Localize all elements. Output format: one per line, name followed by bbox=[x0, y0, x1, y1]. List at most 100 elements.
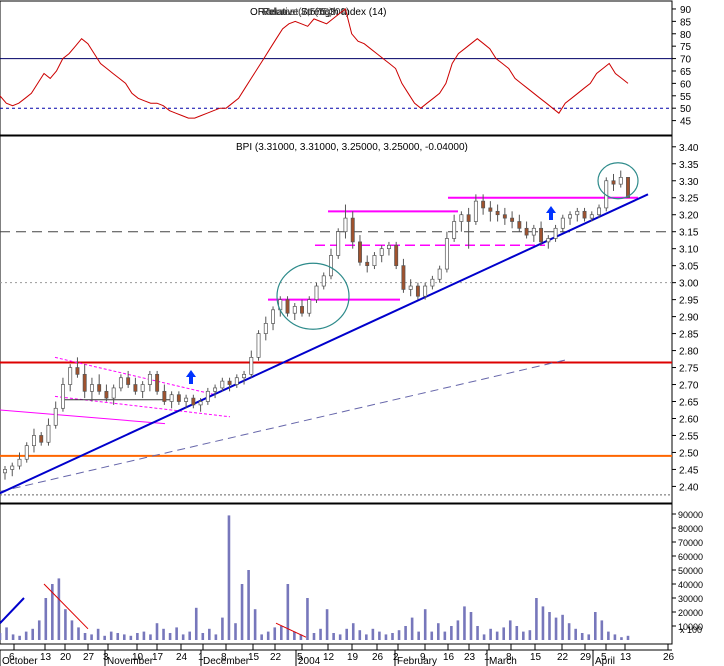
volume-bar bbox=[96, 628, 100, 640]
volume-bar bbox=[208, 628, 211, 640]
volume-bar bbox=[253, 609, 257, 640]
volume-bar bbox=[240, 584, 244, 640]
rsi-ytick-label: 85 bbox=[680, 17, 692, 28]
x-tick-label: 24 bbox=[176, 652, 188, 663]
volume-bar bbox=[325, 609, 329, 640]
volume-ytick-label: 70000 bbox=[678, 538, 703, 548]
month-label: December bbox=[203, 656, 250, 666]
volume-bar bbox=[587, 634, 591, 640]
volume-bar bbox=[266, 631, 270, 640]
volume-bar bbox=[607, 631, 610, 640]
volume-bar bbox=[600, 620, 604, 640]
candle-body bbox=[343, 217, 348, 233]
volume-bar bbox=[351, 623, 355, 640]
price-ytick-label: 3.00 bbox=[679, 279, 699, 290]
candle-body bbox=[473, 200, 478, 222]
volume-bar bbox=[358, 630, 362, 640]
candle-body bbox=[227, 380, 232, 385]
price-ytick-label: 2.50 bbox=[679, 448, 699, 459]
volume-bar bbox=[502, 627, 506, 640]
month-label: November bbox=[107, 656, 154, 666]
x-tick-label: 23 bbox=[464, 652, 476, 663]
volume-bar bbox=[214, 634, 218, 640]
candle-body bbox=[350, 217, 355, 243]
rsi-ytick-label: 65 bbox=[680, 67, 692, 78]
candle-body bbox=[531, 227, 536, 236]
volume-bar bbox=[574, 628, 577, 640]
candle-body bbox=[510, 217, 515, 222]
x-tick-label: 13 bbox=[620, 652, 632, 663]
volume-bar bbox=[567, 623, 571, 640]
candle-body bbox=[17, 458, 22, 467]
rsi-ytick-label: 45 bbox=[680, 117, 692, 128]
price-ytick-label: 2.95 bbox=[679, 296, 699, 307]
volume-bar bbox=[11, 634, 15, 640]
volume-bar bbox=[593, 612, 597, 640]
candle-body bbox=[307, 299, 312, 314]
volume-bar bbox=[469, 612, 473, 640]
volume-bar bbox=[194, 607, 198, 640]
price-title: BPI (3.31000, 3.31000, 3.25000, 3.25000,… bbox=[236, 142, 468, 153]
candle-body bbox=[423, 285, 428, 297]
volume-bar bbox=[463, 606, 466, 640]
price-ytick-label: 3.05 bbox=[679, 262, 699, 273]
candle-body bbox=[502, 214, 507, 219]
volume-bar bbox=[227, 515, 231, 640]
candle-body bbox=[575, 210, 580, 216]
candle-body bbox=[126, 377, 131, 385]
x-tick-label: 22 bbox=[557, 652, 569, 663]
volume-bar bbox=[260, 634, 263, 640]
candle-body bbox=[597, 207, 601, 216]
volume-ytick-label: 40000 bbox=[678, 580, 703, 590]
volume-bar bbox=[548, 612, 551, 640]
volume-bar bbox=[201, 633, 205, 640]
price-ytick-label: 3.40 bbox=[679, 143, 699, 154]
volume-bar bbox=[83, 633, 87, 640]
candle-body bbox=[466, 214, 471, 222]
candle-body bbox=[321, 275, 326, 287]
volume-bar bbox=[122, 634, 126, 640]
volume-bar bbox=[417, 631, 420, 640]
candle-body bbox=[292, 306, 297, 314]
volume-bar bbox=[508, 620, 512, 640]
candle-body bbox=[611, 180, 616, 185]
price-ytick-label: 3.10 bbox=[679, 245, 699, 256]
candle-body bbox=[82, 373, 87, 392]
rsi-ytick-label: 70 bbox=[680, 55, 692, 66]
volume-bar bbox=[338, 634, 342, 640]
candle-body bbox=[459, 214, 464, 222]
candle-body bbox=[133, 384, 138, 392]
rsi-ytick-label: 55 bbox=[680, 92, 692, 103]
candle-body bbox=[408, 285, 413, 290]
candle-body bbox=[256, 333, 261, 358]
candle-body bbox=[118, 377, 123, 389]
price-ytick-label: 2.40 bbox=[679, 482, 699, 493]
candle-body bbox=[53, 407, 58, 426]
candle-body bbox=[184, 397, 189, 402]
price-ytick-label: 2.45 bbox=[679, 465, 699, 476]
volume-bar bbox=[37, 620, 41, 640]
volume-bar bbox=[397, 630, 401, 640]
volume-bar bbox=[613, 634, 617, 640]
volume-bar bbox=[103, 635, 106, 640]
volume-bar bbox=[561, 614, 564, 640]
volume-bar bbox=[306, 598, 309, 640]
volume-ytick-label: 90000 bbox=[678, 510, 703, 520]
month-label: February bbox=[397, 656, 437, 666]
volume-bar bbox=[443, 631, 447, 640]
volume-bar bbox=[293, 631, 296, 640]
candle-body bbox=[75, 367, 80, 375]
candle-body bbox=[32, 435, 36, 447]
volume-bar bbox=[515, 626, 519, 640]
volume-bar bbox=[142, 631, 146, 640]
price-ytick-label: 2.75 bbox=[679, 364, 699, 375]
rsi-ytick-label: 75 bbox=[680, 42, 692, 53]
candle-body bbox=[249, 357, 254, 375]
price-ytick-label: 3.20 bbox=[679, 211, 699, 222]
volume-bar bbox=[423, 609, 427, 640]
candle-body bbox=[415, 285, 420, 297]
candle-body bbox=[437, 268, 442, 280]
candle-body bbox=[220, 380, 225, 389]
candle-body bbox=[430, 278, 435, 287]
candle-body bbox=[372, 255, 377, 267]
